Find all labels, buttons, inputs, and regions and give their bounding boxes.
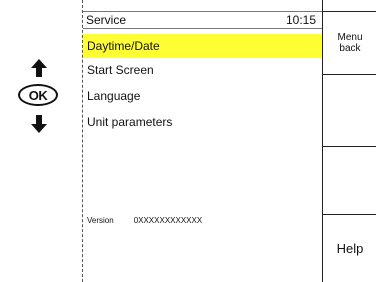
version-value: 0XXXXXXXXXXXX (133, 216, 203, 225)
page-title: Service (86, 13, 127, 27)
navigation-pad: OK (0, 0, 82, 282)
title-bar: Service 10:15 (83, 11, 322, 29)
clock: 10:15 (285, 13, 316, 27)
help-button[interactable]: Help (323, 214, 376, 282)
menu-item-daytime-date[interactable]: Daytime/Date (83, 34, 322, 58)
arrow-up-icon[interactable] (30, 58, 48, 78)
display-screen: Service 10:15 Daytime/Date Start Screen … (83, 0, 322, 282)
version-label: Version (87, 216, 114, 225)
softkey-2[interactable] (323, 74, 376, 146)
menu-back-button[interactable]: Menu back (323, 11, 376, 74)
version-info: Version 0XXXXXXXXXXXX (87, 216, 202, 225)
arrow-down-icon[interactable] (30, 114, 48, 134)
menu-item-start-screen[interactable]: Start Screen (83, 58, 322, 82)
menu-item-language[interactable]: Language (83, 84, 322, 108)
softkey-3[interactable] (323, 146, 376, 214)
ok-button[interactable]: OK (18, 84, 58, 106)
menu-item-unit-parameters[interactable]: Unit parameters (83, 110, 322, 134)
help-label: Help (336, 241, 364, 256)
softkey-panel: Menu back Help (322, 0, 376, 282)
menu-back-label: Menu back (337, 32, 363, 54)
